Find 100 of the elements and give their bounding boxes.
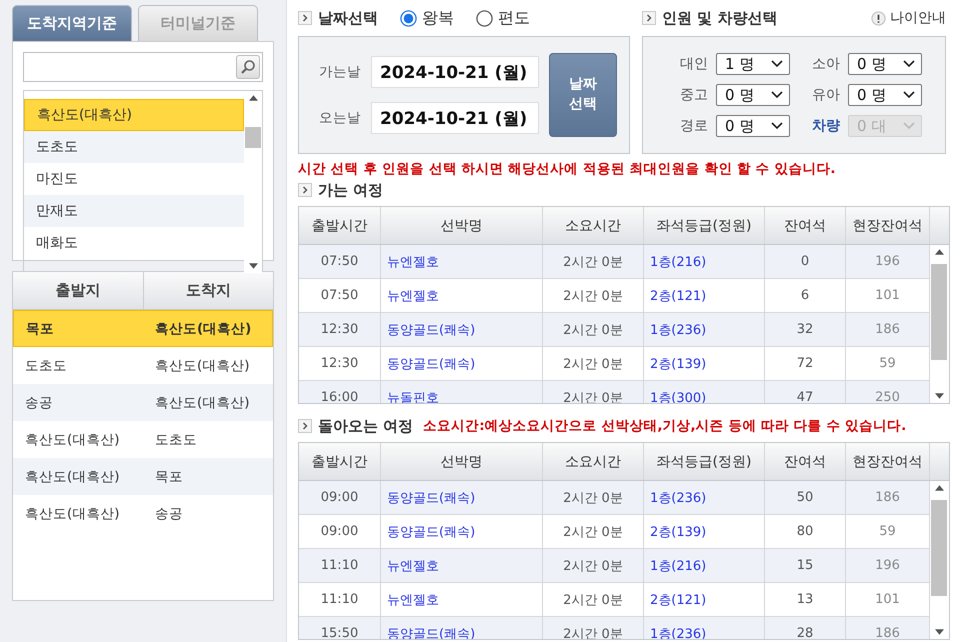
column-header: 좌석등급(정원) — [644, 207, 765, 244]
scroll-thumb[interactable] — [245, 126, 261, 148]
section-title: 인원 및 차량선택 — [662, 8, 778, 28]
route-row[interactable]: 흑산도(대흑산) 송공 — [13, 495, 273, 532]
route-row[interactable]: 도초도 흑산도(대흑산) — [13, 347, 273, 384]
table-cell: 2시간 0분 — [543, 549, 644, 582]
route-row[interactable]: 송공 흑산도(대흑산) — [13, 384, 273, 421]
exclamation-icon — [871, 10, 886, 26]
table-cell: 2시간 0분 — [543, 515, 644, 548]
table-cell: 09:00 — [299, 515, 381, 548]
scroll-thumb[interactable] — [931, 500, 947, 596]
ship-name-link[interactable]: 동양골드(쾌속) — [381, 313, 543, 346]
ship-name-link[interactable]: 동양골드(쾌속) — [381, 347, 543, 380]
seat-class-link[interactable]: 2층(139) — [644, 515, 765, 548]
table-cell: 12:30 — [299, 313, 381, 346]
column-header: 출발지 — [54, 280, 102, 301]
table-cell: 15:50 — [299, 617, 381, 639]
column-header: 잔여석 — [765, 207, 846, 244]
search-button[interactable] — [236, 55, 260, 79]
seat-class-link[interactable]: 1층(216) — [644, 549, 765, 582]
table-cell: 72 — [765, 347, 846, 380]
ship-name-link[interactable]: 뉴엔젤호 — [381, 549, 543, 582]
column-header: 출발시간 — [299, 207, 381, 244]
count-select[interactable]: 0 명 — [716, 115, 790, 137]
scroll-down-icon[interactable] — [934, 393, 944, 399]
column-header: 잔여석 — [765, 443, 846, 480]
table-cell: 15 — [765, 549, 846, 582]
seat-class-link[interactable]: 1층(216) — [644, 245, 765, 278]
ship-name-link[interactable]: 동양골드(쾌속) — [381, 515, 543, 548]
ship-name-link[interactable]: 뉴엔젤호 — [381, 245, 543, 278]
age-info-link[interactable]: 나이안내 — [871, 9, 946, 27]
route-row[interactable]: 흑산도(대흑산) 목포 — [13, 458, 273, 495]
scroll-up-icon[interactable] — [934, 249, 944, 255]
table-cell: 16:00 — [299, 381, 381, 403]
date-select-button[interactable]: 날짜 선택 — [549, 53, 617, 137]
table-cell: 2시간 0분 — [543, 279, 644, 312]
table-cell: 32 — [765, 313, 846, 346]
seat-class-link[interactable]: 2층(121) — [644, 583, 765, 616]
ship-name-link[interactable]: 뉴엔젤호 — [381, 279, 543, 312]
column-header: 소요시간 — [543, 443, 644, 480]
ship-name-link[interactable]: 동양골드(쾌속) — [381, 481, 543, 514]
radio-option[interactable]: 왕복 — [400, 8, 454, 28]
table-cell: 12:30 — [299, 347, 381, 380]
date-field[interactable]: 2024-10-21 (월) — [371, 56, 539, 88]
column-header: 도착지 — [143, 272, 273, 309]
chevron-icon — [642, 11, 656, 25]
destination-item[interactable]: 매화도 — [24, 227, 244, 259]
search-field[interactable] — [23, 52, 263, 82]
route-row[interactable]: 흑산도(대흑산) 도초도 — [13, 421, 273, 458]
table-cell: 80 — [765, 515, 846, 548]
seat-class-link[interactable]: 1층(236) — [644, 313, 765, 346]
destination-item[interactable]: 흑산도(대흑산) — [24, 99, 244, 131]
table-cell: 13 — [765, 583, 846, 616]
scroll-up-icon[interactable] — [248, 95, 258, 101]
count-select[interactable]: 0 명 — [716, 84, 790, 106]
table-cell: 6 — [765, 279, 846, 312]
seat-class-link[interactable]: 1층(236) — [644, 481, 765, 514]
field-label: 가는날 — [319, 63, 362, 81]
field-label: 오는날 — [319, 109, 362, 127]
column-header: 좌석등급(정원) — [644, 443, 765, 480]
table-cell: 2시간 0분 — [543, 313, 644, 346]
tab[interactable]: 도착지역기준 — [12, 5, 132, 41]
notice-text: 시간 선택 후 인원을 선택 하시면 해당선사에 적용된 최대인원을 확인 할 수 있습니다. — [298, 160, 837, 178]
field-label: 소아 — [811, 55, 840, 74]
destination-item[interactable]: 만재도 — [24, 195, 244, 227]
section-title: 돌아오는 여정 — [318, 416, 414, 436]
column-header: 소요시간 — [543, 207, 644, 244]
date-field[interactable]: 2024-10-21 (월) — [371, 102, 539, 134]
scroll-down-icon[interactable] — [248, 263, 258, 269]
table-cell: 2시간 0분 — [543, 617, 644, 639]
destination-item[interactable]: 마진도 — [24, 163, 244, 195]
seat-class-link[interactable]: 2층(121) — [644, 279, 765, 312]
count-select[interactable]: 0 명 — [848, 84, 922, 106]
scroll-down-icon[interactable] — [934, 629, 944, 635]
table-cell: 2시간 0분 — [543, 583, 644, 616]
table-cell: 28 — [765, 617, 846, 639]
field-label: 중고 — [679, 86, 708, 105]
seat-class-link[interactable]: 2층(139) — [644, 347, 765, 380]
field-label: 경로 — [679, 117, 708, 136]
table-cell: 07:50 — [299, 279, 381, 312]
field-label: 대인 — [679, 55, 708, 74]
count-select[interactable]: 1 명 — [716, 53, 790, 75]
table-cell: 50 — [765, 481, 846, 514]
column-header: 출발시간 — [299, 443, 381, 480]
table-cell: 2시간 0분 — [543, 481, 644, 514]
route-row[interactable]: 목포 흑산도(대흑산) — [13, 310, 273, 347]
scroll-up-icon[interactable] — [934, 485, 944, 491]
radio-option[interactable]: 편도 — [476, 8, 530, 28]
table-cell: 2시간 0분 — [543, 347, 644, 380]
field-label: 차량 — [811, 117, 840, 136]
column-header: 현장잔여석 — [846, 207, 930, 244]
chevron-icon — [298, 183, 312, 197]
count-select[interactable]: 0 명 — [848, 53, 922, 75]
scroll-thumb[interactable] — [931, 264, 947, 360]
search-icon — [240, 59, 256, 75]
destination-item[interactable]: 도초도 — [24, 131, 244, 163]
table-cell: 07:50 — [299, 245, 381, 278]
section-title: 가는 여정 — [318, 180, 384, 200]
ship-name-link[interactable]: 뉴돌핀호 — [381, 381, 543, 403]
ship-name-link[interactable]: 뉴엔젤호 — [381, 583, 543, 616]
